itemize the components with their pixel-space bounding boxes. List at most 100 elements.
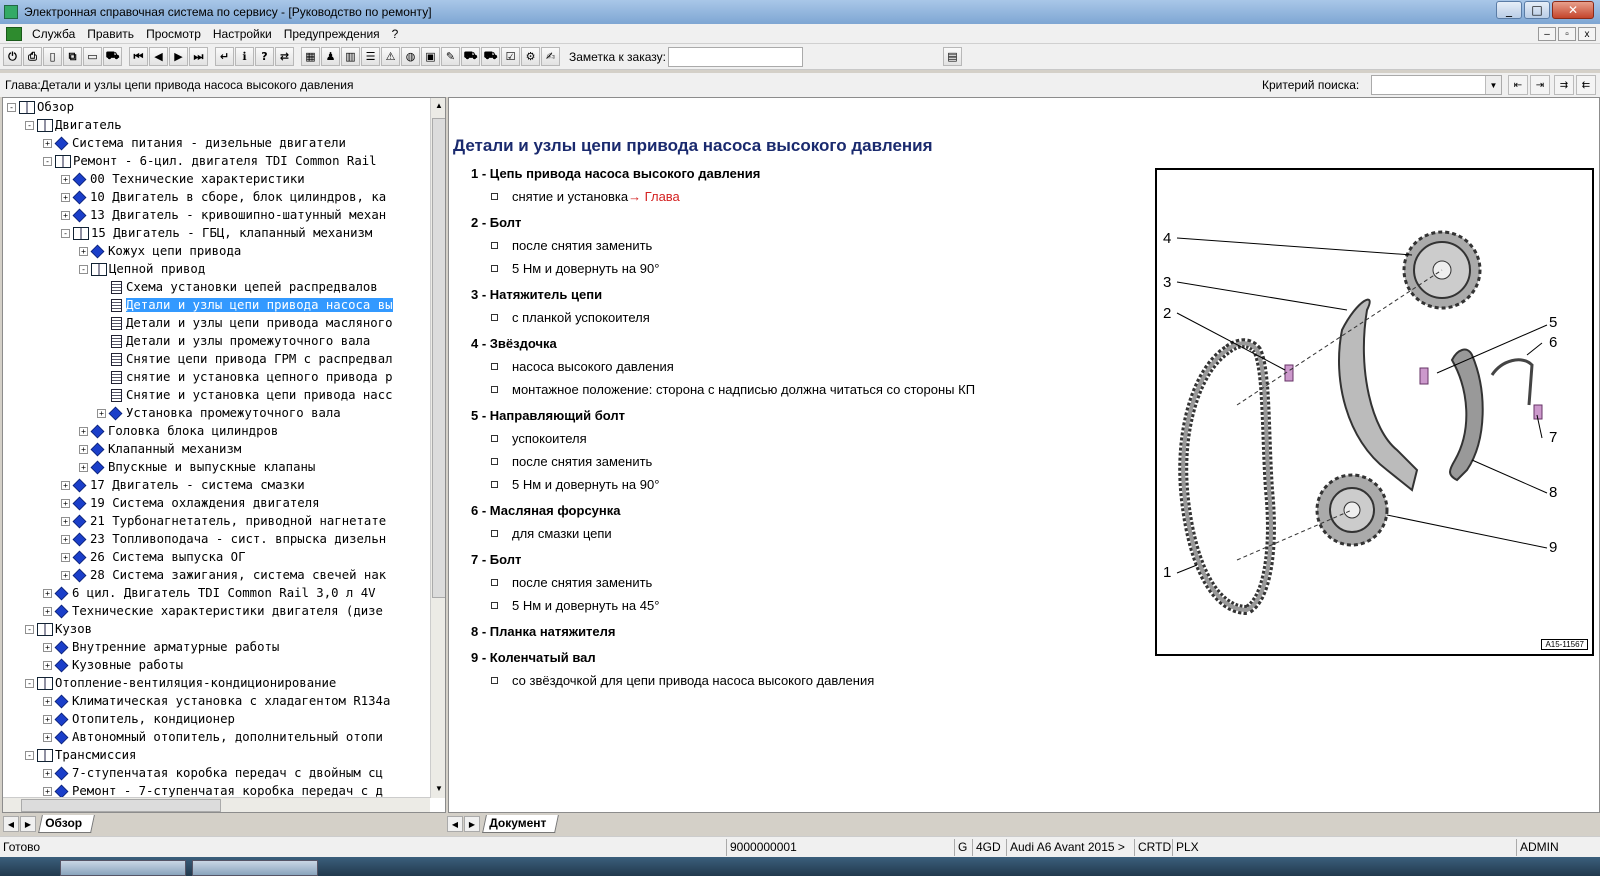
doc-close-button[interactable]: x (1578, 27, 1596, 41)
tree-item[interactable]: +10 Двигатель в сборе, блок цилиндров, к… (61, 188, 386, 206)
expand-icon[interactable]: + (61, 192, 70, 202)
person-icon[interactable]: ♟ (321, 47, 340, 66)
tree-item[interactable]: + Установка промежуточного вала (97, 404, 341, 422)
tree-item[interactable]: + Кожух цепи привода (79, 242, 241, 260)
tree-item[interactable]: + Климатическая установка с хладагентом R… (43, 692, 390, 710)
expand-icon[interactable]: + (61, 480, 70, 490)
expand-icon[interactable]: + (61, 570, 70, 580)
search-prev-icon[interactable]: ⇤ (1508, 75, 1528, 95)
search-next-icon[interactable]: ⇥ (1530, 75, 1550, 95)
scroll-down-icon[interactable]: ▼ (431, 781, 445, 797)
expand-all-icon[interactable]: ⇉ (1554, 75, 1574, 95)
tree-item[interactable]: +7-ступенчатая коробка передач с двойным… (43, 764, 383, 782)
tree-item[interactable]: + Внутренние арматурные работы (43, 638, 279, 656)
scroll-thumb[interactable] (432, 118, 445, 598)
tab-document[interactable]: Документ (482, 815, 560, 833)
open-icon[interactable]: ▭ (83, 47, 102, 66)
help-icon[interactable]: ? (255, 47, 274, 66)
car2-icon[interactable]: ⛟ (461, 47, 480, 66)
minimize-button[interactable]: _ (1496, 1, 1522, 19)
taskbar-button[interactable] (192, 860, 318, 876)
taskbar-button[interactable] (60, 860, 186, 876)
tree-item[interactable]: Снятие и установка цепи привода насс (97, 386, 393, 404)
note-edit-icon[interactable]: ▤ (942, 47, 962, 66)
exit-icon[interactable]: ⏻ (3, 47, 22, 66)
expand-icon[interactable]: + (61, 552, 70, 562)
tab-next-icon[interactable]: ▶ (20, 816, 36, 832)
first-icon[interactable]: ⏮ (129, 47, 148, 66)
tree-item[interactable]: +13 Двигатель - кривошипно-шатунный меха… (61, 206, 386, 224)
expand-icon[interactable]: + (43, 588, 52, 598)
menu-edit[interactable]: Править (81, 24, 140, 44)
tree-item[interactable]: + Клапанный механизм (79, 440, 241, 458)
collapse-icon[interactable]: - (25, 750, 34, 760)
close-button[interactable]: ✕ (1552, 1, 1594, 19)
doc-tab-next-icon[interactable]: ▶ (464, 816, 480, 832)
menu-warnings[interactable]: Предупреждения (278, 24, 386, 44)
expand-icon[interactable]: + (97, 408, 106, 418)
tree-item[interactable]: - 15 Двигатель - ГБЦ, клапанный механизм (61, 224, 372, 242)
collapse-icon[interactable]: - (7, 102, 16, 112)
doc-minimize-button[interactable]: – (1538, 27, 1556, 41)
collapse-icon[interactable]: - (79, 264, 88, 274)
expand-icon[interactable]: + (43, 786, 52, 796)
tree-item[interactable]: Детали и узлы промежуточного вала (97, 332, 370, 350)
tree-item[interactable]: - Кузов (25, 620, 92, 638)
tree-item[interactable]: - Двигатель (25, 116, 122, 134)
expand-icon[interactable]: + (43, 768, 52, 778)
tree-item[interactable]: - Ремонт - 6-цил. двигателя TDI Common Ra… (43, 152, 377, 170)
swap-icon[interactable]: ⇄ (275, 47, 294, 66)
warning-icon[interactable]: ⚠ (381, 47, 400, 66)
list-icon[interactable]: ☰ (361, 47, 380, 66)
expand-icon[interactable]: + (43, 606, 52, 616)
scroll-up-icon[interactable]: ▲ (431, 98, 445, 114)
new-icon[interactable]: ▯ (43, 47, 62, 66)
expand-icon[interactable]: + (43, 138, 52, 148)
notepad-icon[interactable]: ✍ (541, 47, 560, 66)
tab-prev-icon[interactable]: ◀ (3, 816, 19, 832)
globe-icon[interactable]: ◍ (401, 47, 420, 66)
tree-horizontal-scrollbar[interactable] (3, 797, 430, 812)
chevron-down-icon[interactable]: ▼ (1485, 76, 1501, 94)
search-criteria-select[interactable]: ▼ (1371, 75, 1502, 95)
checklist-icon[interactable]: ☑ (501, 47, 520, 66)
menu-help[interactable]: ? (386, 24, 405, 44)
expand-icon[interactable]: + (61, 174, 70, 184)
tree-item[interactable]: Детали и узлы цепи привода масляного (97, 314, 393, 332)
collapse-icon[interactable]: - (25, 120, 34, 130)
tree-item[interactable]: + Автономный отопитель, дополнительный от… (43, 728, 383, 746)
collapse-icon[interactable]: - (25, 678, 34, 688)
expand-icon[interactable]: + (79, 444, 88, 454)
menu-view[interactable]: Просмотр (140, 24, 207, 44)
tree-item[interactable]: +6 цил. Двигатель TDI Common Rail 3,0 л … (43, 584, 376, 602)
tree-vertical-scrollbar[interactable]: ▲ ▼ (430, 98, 445, 798)
expand-icon[interactable]: + (61, 210, 70, 220)
tree-item[interactable]: +26 Система выпуска ОГ (61, 548, 245, 566)
car-icon[interactable]: ⛟ (103, 47, 122, 66)
tree-item[interactable]: - Цепной привод (79, 260, 205, 278)
maximize-button[interactable]: □ (1524, 1, 1550, 19)
collapse-all-icon[interactable]: ⇇ (1576, 75, 1596, 95)
copy-icon[interactable]: ⧉ (63, 47, 82, 66)
tree-item[interactable]: +17 Двигатель - система смазки (61, 476, 305, 494)
collapse-icon[interactable]: - (61, 228, 70, 238)
tree-item[interactable]: + Система питания - дизельные двигатели (43, 134, 346, 152)
tree-item[interactable]: - Отопление-вентиляция-кондиционирование (25, 674, 336, 692)
next-icon[interactable]: ▶ (169, 47, 188, 66)
bus-icon[interactable]: ⛟ (481, 47, 500, 66)
tree-item[interactable]: + Головка блока цилиндров (79, 422, 278, 440)
tree-item[interactable]: +21 Турбонагнетатель, приводной нагнетат… (61, 512, 386, 530)
info-icon[interactable]: ℹ (235, 47, 254, 66)
menu-settings[interactable]: Настройки (207, 24, 278, 44)
tree-item[interactable]: + Кузовные работы (43, 656, 183, 674)
print-icon[interactable]: ⎙ (23, 47, 42, 66)
expand-icon[interactable]: + (79, 426, 88, 436)
tree-item[interactable]: - Обзор (7, 98, 74, 116)
prev-icon[interactable]: ◀ (149, 47, 168, 66)
tree-item[interactable]: +28 Система зажигания, система свечей на… (61, 566, 386, 584)
tool-icon[interactable]: ✎ (441, 47, 460, 66)
expand-icon[interactable]: + (43, 714, 52, 724)
expand-icon[interactable]: + (61, 516, 70, 526)
tree-item[interactable]: - Трансмиссия (25, 746, 136, 764)
chapter-link[interactable]: → Глава (628, 189, 680, 204)
